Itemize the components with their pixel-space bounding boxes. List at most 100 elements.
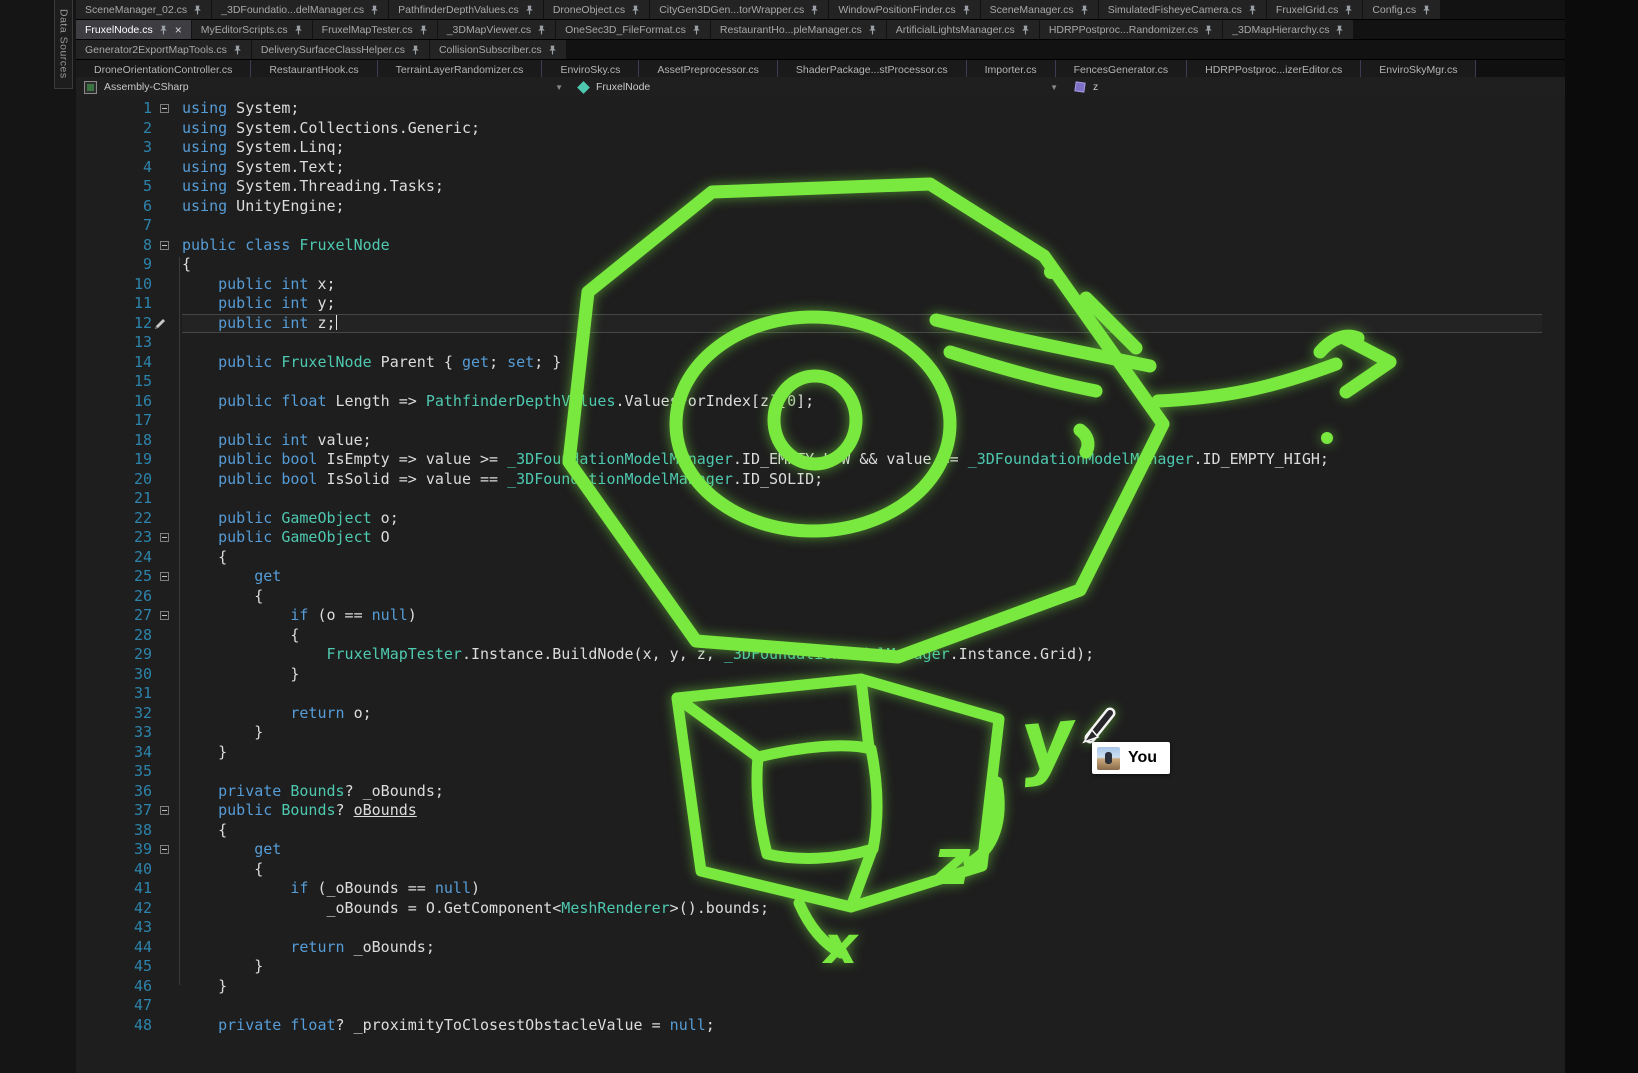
- fold-margin[interactable]: [152, 314, 182, 334]
- fold-margin[interactable]: [152, 450, 182, 470]
- code-line-45[interactable]: 45 }: [76, 957, 1565, 977]
- tab-fruxelmaptester-cs[interactable]: FruxelMapTester.cs: [313, 20, 437, 39]
- code-text[interactable]: get: [182, 567, 1542, 587]
- code-text[interactable]: public FruxelNode Parent { get; set; }: [182, 353, 1542, 373]
- code-text[interactable]: [182, 372, 1542, 392]
- code-text[interactable]: public int y;: [182, 294, 1542, 314]
- pin-icon[interactable]: [962, 5, 971, 15]
- pin-icon[interactable]: [1248, 5, 1257, 15]
- code-line-13[interactable]: 13: [76, 333, 1565, 353]
- fold-margin[interactable]: [152, 684, 182, 704]
- code-line-8[interactable]: 8public class FruxelNode: [76, 236, 1565, 256]
- code-text[interactable]: [182, 762, 1542, 782]
- code-line-30[interactable]: 30 }: [76, 665, 1565, 685]
- tab-onesec3d-fileformat-cs[interactable]: OneSec3D_FileFormat.cs: [556, 20, 710, 39]
- fold-margin[interactable]: [152, 138, 182, 158]
- pin-icon[interactable]: [1204, 25, 1213, 35]
- fold-margin[interactable]: [152, 957, 182, 977]
- fold-margin[interactable]: [152, 587, 182, 607]
- code-line-19[interactable]: 19 public bool IsEmpty => value >= _3DFo…: [76, 450, 1565, 470]
- fold-margin[interactable]: [152, 918, 182, 938]
- tab-collisionsubscriber-cs[interactable]: CollisionSubscriber.cs: [430, 40, 566, 59]
- fold-margin[interactable]: [152, 821, 182, 841]
- tab-artificiallightsmanager-cs[interactable]: ArtificialLightsManager.cs: [887, 20, 1039, 39]
- fold-collapse-icon[interactable]: [160, 241, 169, 250]
- code-line-7[interactable]: 7: [76, 216, 1565, 236]
- code-text[interactable]: }: [182, 957, 1542, 977]
- code-text[interactable]: }: [182, 665, 1542, 685]
- pin-icon[interactable]: [1080, 5, 1089, 15]
- tab-myeditorscripts-cs[interactable]: MyEditorScripts.cs: [192, 20, 312, 39]
- code-line-26[interactable]: 26 {: [76, 587, 1565, 607]
- code-line-38[interactable]: 38 {: [76, 821, 1565, 841]
- code-line-44[interactable]: 44 return _oBounds;: [76, 938, 1565, 958]
- code-text[interactable]: private float? _proximityToClosestObstac…: [182, 1016, 1542, 1036]
- code-line-22[interactable]: 22 public GameObject o;: [76, 509, 1565, 529]
- code-line-39[interactable]: 39 get: [76, 840, 1565, 860]
- code-line-3[interactable]: 3using System.Linq;: [76, 138, 1565, 158]
- code-line-24[interactable]: 24 {: [76, 548, 1565, 568]
- pin-icon[interactable]: [548, 45, 557, 55]
- code-line-23[interactable]: 23 public GameObject O: [76, 528, 1565, 548]
- fold-margin[interactable]: [152, 275, 182, 295]
- code-text[interactable]: public float Length => PathfinderDepthVa…: [182, 392, 1542, 412]
- fold-margin[interactable]: [152, 158, 182, 178]
- fold-margin[interactable]: [152, 860, 182, 880]
- data-sources-panel-tab[interactable]: Data Sources: [54, 0, 73, 89]
- code-line-31[interactable]: 31: [76, 684, 1565, 704]
- code-text[interactable]: if (_oBounds == null): [182, 879, 1542, 899]
- code-text[interactable]: public Bounds? oBounds: [182, 801, 1542, 821]
- pin-icon[interactable]: [631, 5, 640, 15]
- fold-margin[interactable]: [152, 723, 182, 743]
- chevron-down-icon[interactable]: ▼: [1050, 83, 1058, 92]
- tab-deliverysurfaceclasshelper-cs[interactable]: DeliverySurfaceClassHelper.cs: [252, 40, 429, 59]
- tab--3dmaphierarchy-cs[interactable]: _3DMapHierarchy.cs: [1223, 20, 1353, 39]
- pin-icon[interactable]: [868, 25, 877, 35]
- tab-scenemanager-02-cs[interactable]: SceneManager_02.cs: [76, 0, 211, 19]
- pin-icon[interactable]: [419, 25, 428, 35]
- code-line-33[interactable]: 33 }: [76, 723, 1565, 743]
- pin-icon[interactable]: [159, 25, 168, 35]
- fold-margin[interactable]: [152, 704, 182, 724]
- code-line-40[interactable]: 40 {: [76, 860, 1565, 880]
- code-text[interactable]: {: [182, 548, 1542, 568]
- pin-icon[interactable]: [411, 45, 420, 55]
- tab-config-cs[interactable]: Config.cs: [1363, 0, 1440, 19]
- fold-margin[interactable]: [152, 99, 182, 119]
- project-dropdown[interactable]: Assembly-CSharp ▼: [76, 77, 570, 97]
- code-text[interactable]: }: [182, 743, 1542, 763]
- fold-margin[interactable]: [152, 119, 182, 139]
- code-line-10[interactable]: 10 public int x;: [76, 275, 1565, 295]
- tab-pathfinderdepthvalues-cs[interactable]: PathfinderDepthValues.cs: [389, 0, 543, 19]
- close-icon[interactable]: ×: [175, 24, 182, 36]
- fold-margin[interactable]: [152, 392, 182, 412]
- pin-icon[interactable]: [1335, 25, 1344, 35]
- pin-icon[interactable]: [294, 25, 303, 35]
- tab-scenemanager-cs[interactable]: SceneManager.cs: [981, 0, 1098, 19]
- tab--3dfoundatio-delmanager-cs[interactable]: _3DFoundatio...delManager.cs: [212, 0, 388, 19]
- fold-margin[interactable]: [152, 236, 182, 256]
- code-text[interactable]: if (o == null): [182, 606, 1542, 626]
- code-text[interactable]: get: [182, 840, 1542, 860]
- code-text[interactable]: public GameObject o;: [182, 509, 1542, 529]
- code-text[interactable]: {: [182, 587, 1542, 607]
- tab-windowpositionfinder-cs[interactable]: WindowPositionFinder.cs: [829, 0, 979, 19]
- fold-margin[interactable]: [152, 528, 182, 548]
- code-line-21[interactable]: 21: [76, 489, 1565, 509]
- fold-margin[interactable]: [152, 353, 182, 373]
- fold-collapse-icon[interactable]: [160, 104, 169, 113]
- code-text[interactable]: public int z;: [182, 314, 1542, 334]
- fold-margin[interactable]: [152, 216, 182, 236]
- code-text[interactable]: [182, 216, 1542, 236]
- code-line-27[interactable]: 27 if (o == null): [76, 606, 1565, 626]
- tab-hdrppostproc-randomizer-cs[interactable]: HDRPPostproc...Randomizer.cs: [1040, 20, 1222, 39]
- code-text[interactable]: public int x;: [182, 275, 1542, 295]
- code-text[interactable]: using UnityEngine;: [182, 197, 1542, 217]
- fold-margin[interactable]: [152, 255, 182, 275]
- code-text[interactable]: using System.Collections.Generic;: [182, 119, 1542, 139]
- code-text[interactable]: [182, 684, 1542, 704]
- code-text[interactable]: public bool IsEmpty => value >= _3DFound…: [182, 450, 1542, 470]
- fold-collapse-icon[interactable]: [160, 611, 169, 620]
- tab-droneobject-cs[interactable]: DroneObject.cs: [544, 0, 649, 19]
- code-line-42[interactable]: 42 _oBounds = O.GetComponent<MeshRendere…: [76, 899, 1565, 919]
